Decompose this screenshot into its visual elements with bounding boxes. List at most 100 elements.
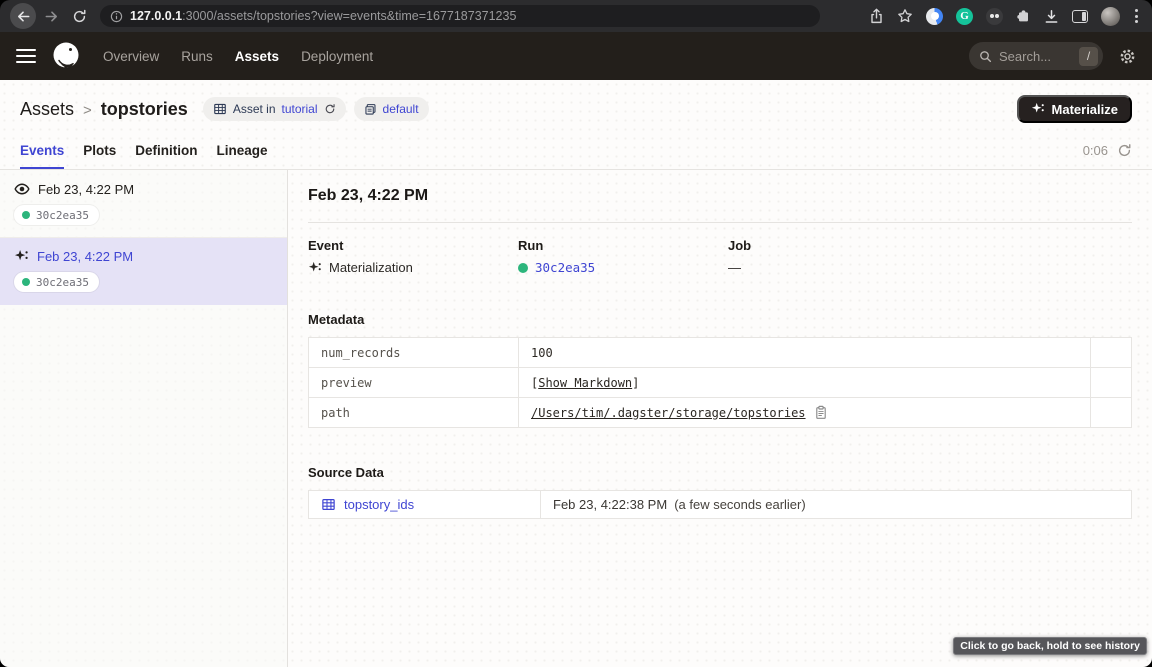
source-data-table: topstory_ids Feb 23, 4:22:38 PM (a few se… bbox=[308, 490, 1132, 519]
event-detail-title: Feb 23, 4:22 PM bbox=[308, 187, 1132, 205]
asset-page-header: Assets > topstories Asset in tutorial bbox=[0, 80, 1152, 170]
url-host: 127.0.0.1 bbox=[130, 9, 182, 23]
back-button-tooltip: Click to go back, hold to see history bbox=[953, 637, 1147, 655]
search-icon bbox=[979, 50, 992, 63]
metadata-key: num_records bbox=[309, 338, 519, 368]
breadcrumb-assets-link[interactable]: Assets bbox=[20, 99, 74, 119]
breadcrumb-separator: > bbox=[83, 102, 92, 119]
search-shortcut-key: / bbox=[1079, 47, 1098, 66]
nav-menu-icon[interactable] bbox=[16, 49, 36, 64]
summary-job-column: Job — bbox=[728, 238, 1132, 275]
table-row: topstory_ids Feb 23, 4:22:38 PM (a few se… bbox=[309, 491, 1132, 519]
event-timestamp: Feb 23, 4:22 PM bbox=[37, 249, 133, 264]
run-status-dot bbox=[22, 278, 30, 286]
source-timestamp-note: (a few seconds earlier) bbox=[674, 497, 806, 512]
show-markdown-link[interactable]: Show Markdown bbox=[538, 376, 632, 390]
materialization-sparkle-icon bbox=[14, 249, 29, 264]
path-link[interactable]: /Users/tim/.dagster/storage/topstories bbox=[531, 406, 806, 420]
browser-menu-icon[interactable] bbox=[1133, 9, 1140, 23]
nav-item-assets[interactable]: Assets bbox=[235, 49, 279, 64]
tab-lineage[interactable]: Lineage bbox=[217, 137, 268, 169]
forward-arrow-icon bbox=[44, 9, 59, 24]
browser-reload-button[interactable] bbox=[66, 3, 92, 29]
breadcrumb: Assets > topstories bbox=[20, 99, 188, 120]
reload-location-icon[interactable] bbox=[324, 103, 336, 115]
browser-back-button[interactable] bbox=[10, 3, 36, 29]
page-title: topstories bbox=[101, 99, 188, 119]
copy-clipboard-icon[interactable] bbox=[814, 405, 828, 420]
nav-links: Overview Runs Assets Deployment bbox=[103, 49, 373, 64]
table-row: num_records 100 bbox=[309, 338, 1132, 368]
back-arrow-icon bbox=[16, 9, 31, 24]
tab-events[interactable]: Events bbox=[20, 137, 64, 169]
asset-page: Assets > topstories Asset in tutorial bbox=[0, 80, 1152, 667]
run-id: 30c2ea35 bbox=[36, 209, 89, 222]
asset-group-link[interactable]: tutorial bbox=[282, 102, 318, 116]
asset-group-tag[interactable]: Asset in tutorial bbox=[203, 97, 346, 121]
table-row: preview [Show Markdown] bbox=[309, 368, 1132, 398]
run-id: 30c2ea35 bbox=[36, 276, 89, 289]
extension-icon-blue[interactable] bbox=[926, 8, 943, 25]
job-column-label: Job bbox=[728, 238, 1132, 253]
source-asset-link[interactable]: topstory_ids bbox=[344, 497, 414, 512]
event-summary: Event Materialization Run 30c2e bbox=[308, 238, 1132, 275]
browser-profile-avatar[interactable] bbox=[1101, 7, 1120, 26]
code-location-tag[interactable]: default bbox=[354, 97, 429, 121]
event-list-item-materialization[interactable]: Feb 23, 4:22 PM 30c2ea35 bbox=[0, 238, 287, 305]
tab-plots[interactable]: Plots bbox=[83, 137, 116, 169]
metadata-key: path bbox=[309, 398, 519, 428]
asset-group-tag-prefix: Asset in bbox=[233, 102, 276, 116]
code-location-icon bbox=[364, 103, 377, 116]
url-text: 127.0.0.1:3000/assets/topstories?view=ev… bbox=[130, 9, 516, 23]
event-list-item-observation[interactable]: Feb 23, 4:22 PM 30c2ea35 bbox=[0, 170, 287, 238]
nav-item-runs[interactable]: Runs bbox=[181, 49, 213, 64]
site-info-icon[interactable] bbox=[110, 10, 123, 23]
refresh-icon[interactable] bbox=[1117, 143, 1132, 158]
materialize-button[interactable]: Materialize bbox=[1017, 95, 1132, 123]
bookmark-star-icon[interactable] bbox=[897, 8, 913, 24]
job-value: — bbox=[728, 260, 741, 275]
nav-item-deployment[interactable]: Deployment bbox=[301, 49, 373, 64]
app-nav-bar: Overview Runs Assets Deployment Search..… bbox=[0, 32, 1152, 80]
metadata-action-cell bbox=[1091, 338, 1132, 368]
event-column-label: Event bbox=[308, 238, 518, 253]
tab-definition[interactable]: Definition bbox=[135, 137, 197, 169]
downloads-icon[interactable] bbox=[1044, 9, 1059, 24]
event-detail-panel: Feb 23, 4:22 PM Event Materialization bbox=[288, 170, 1152, 667]
metadata-table: num_records 100 preview [Show Markdown] … bbox=[308, 337, 1132, 428]
source-timestamp: Feb 23, 4:22:38 PM bbox=[553, 497, 667, 512]
search-input[interactable]: Search... / bbox=[969, 42, 1103, 70]
share-icon[interactable] bbox=[869, 8, 884, 24]
materialize-sparkle-icon bbox=[1031, 102, 1045, 116]
glasses-extension-icon[interactable] bbox=[986, 8, 1003, 25]
puzzle-extensions-icon[interactable] bbox=[1016, 9, 1031, 24]
grammarly-extension-icon[interactable]: G bbox=[956, 8, 973, 25]
side-panel-icon[interactable] bbox=[1072, 10, 1088, 23]
dagster-logo[interactable] bbox=[51, 41, 81, 71]
settings-gear-icon[interactable] bbox=[1119, 48, 1136, 65]
run-id-link[interactable]: 30c2ea35 bbox=[535, 260, 595, 275]
run-column-label: Run bbox=[518, 238, 728, 253]
metadata-action-cell bbox=[1091, 368, 1132, 398]
browser-actions: G bbox=[869, 7, 1142, 26]
browser-address-bar[interactable]: 127.0.0.1:3000/assets/topstories?view=ev… bbox=[100, 5, 820, 27]
search-placeholder: Search... bbox=[999, 49, 1072, 64]
materialization-sparkle-icon bbox=[308, 261, 322, 275]
summary-event-column: Event Materialization bbox=[308, 238, 518, 275]
bracket-close: ] bbox=[632, 376, 639, 390]
observation-eye-icon bbox=[14, 181, 30, 197]
url-path: :3000/assets/topstories?view=events&time… bbox=[182, 9, 516, 23]
materialize-button-label: Materialize bbox=[1052, 102, 1118, 117]
metadata-key: preview bbox=[309, 368, 519, 398]
run-id-pill[interactable]: 30c2ea35 bbox=[14, 205, 99, 225]
metadata-action-cell bbox=[1091, 398, 1132, 428]
code-location-link[interactable]: default bbox=[383, 102, 419, 116]
browser-forward-button[interactable] bbox=[38, 3, 64, 29]
run-id-pill[interactable]: 30c2ea35 bbox=[14, 272, 99, 292]
nav-item-overview[interactable]: Overview bbox=[103, 49, 159, 64]
event-list: Feb 23, 4:22 PM 30c2ea35 Feb 23, 4:22 PM bbox=[0, 170, 288, 667]
metadata-heading: Metadata bbox=[308, 312, 1132, 327]
event-type-value: Materialization bbox=[329, 260, 413, 275]
reload-icon bbox=[72, 9, 87, 24]
metadata-value: 100 bbox=[519, 338, 1091, 368]
